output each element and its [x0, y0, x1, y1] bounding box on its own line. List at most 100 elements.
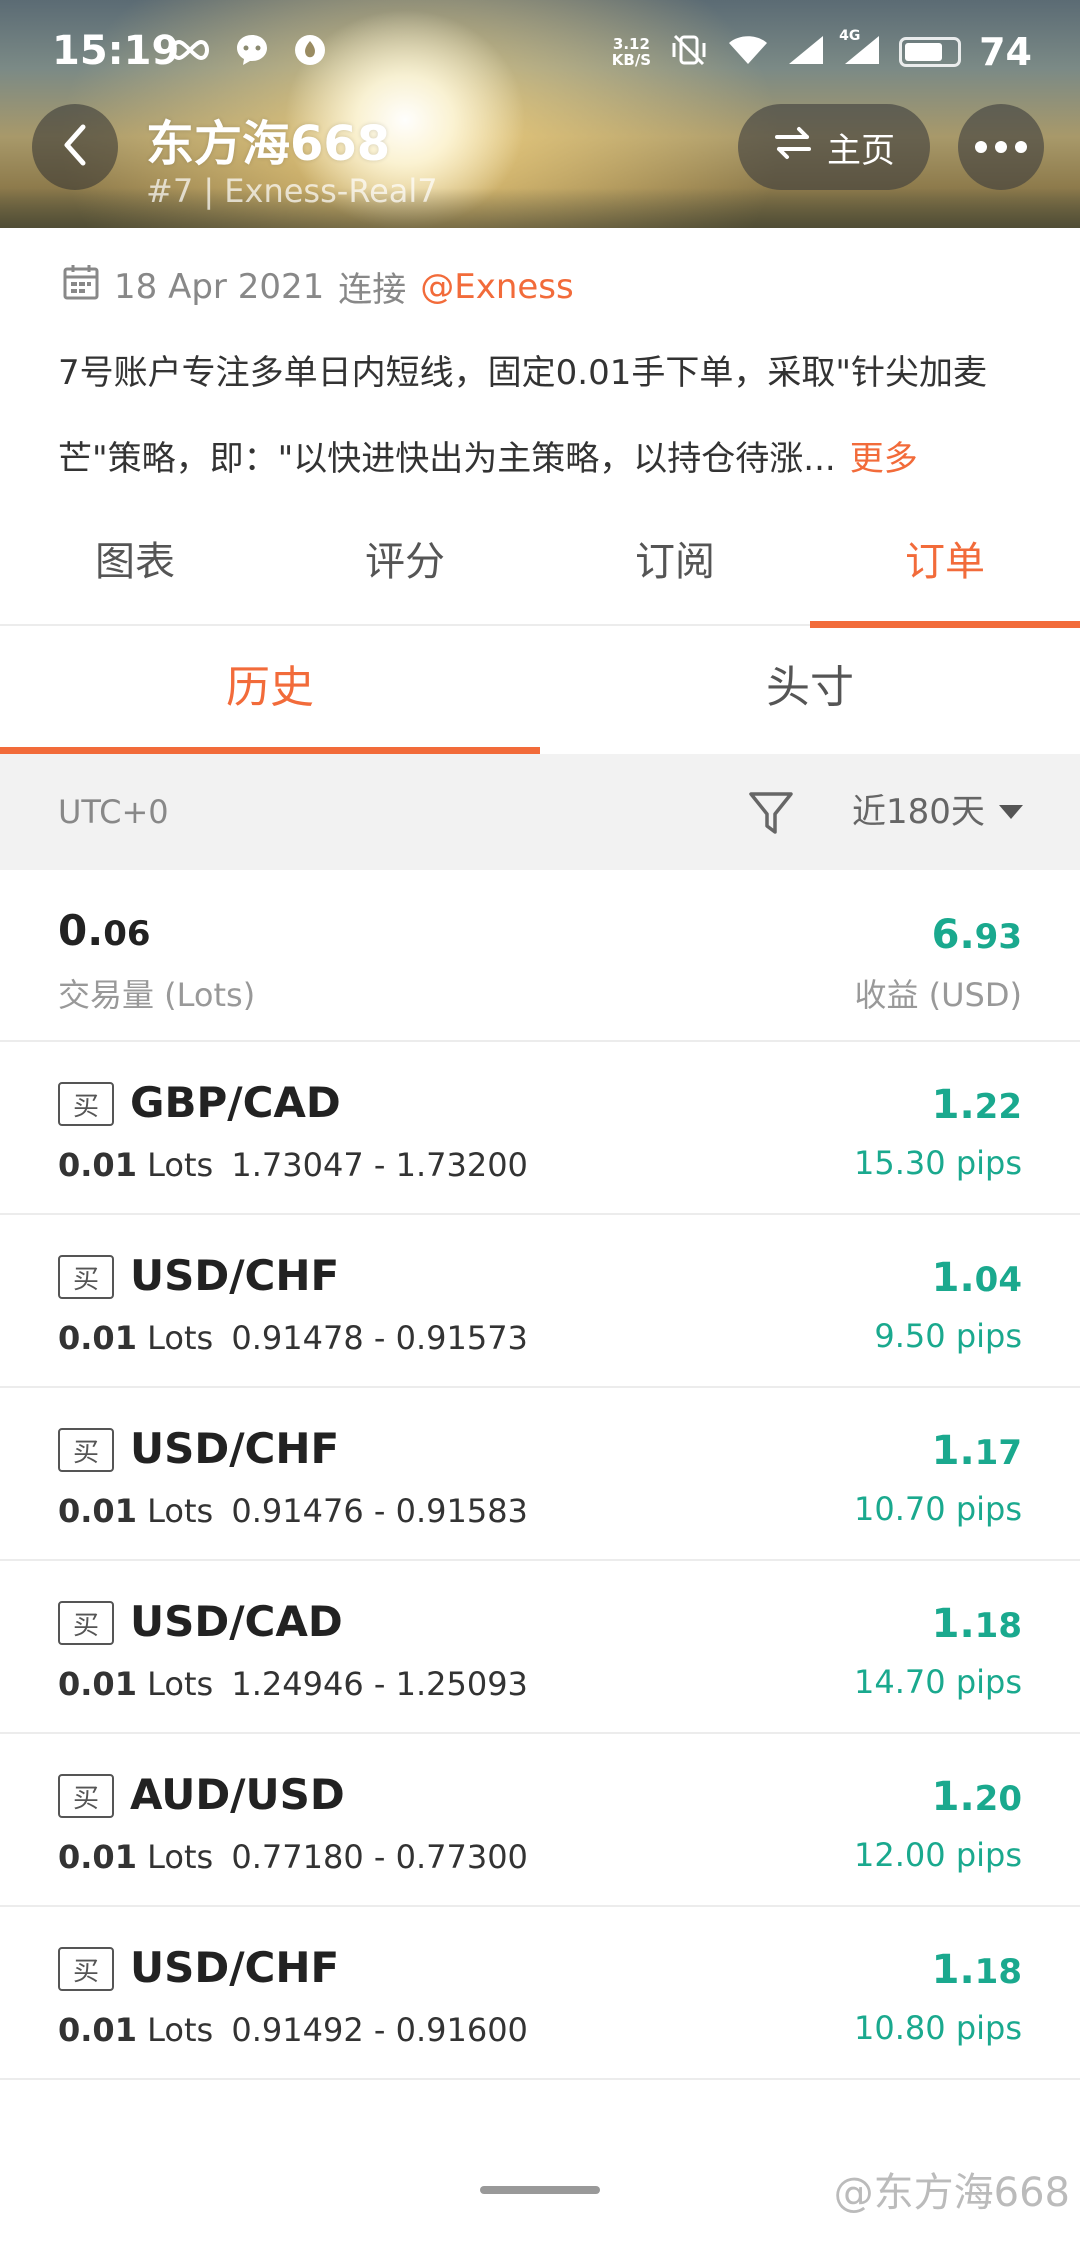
- home-button-label: 主页: [827, 130, 895, 171]
- order-row[interactable]: 买 USD/CAD 0.01 Lots 1.24946 - 1.25093 1.…: [0, 1561, 1080, 1734]
- status-bar: 15:19 3.12 KB/S 4G 74: [0, 0, 1080, 106]
- order-pips: 12.00 pips: [854, 1836, 1022, 1874]
- description-line-1: 7号账户专注多单日内短线，固定0.01手下单，采取"针尖加麦: [58, 353, 987, 393]
- order-profit-small: 18: [974, 1952, 1022, 1992]
- network-type: 4G: [839, 28, 861, 44]
- wifi-icon: [727, 34, 769, 70]
- order-profit: 1.04: [932, 1255, 1022, 1301]
- more-button[interactable]: [958, 104, 1044, 190]
- buy-badge: 买: [58, 1774, 114, 1818]
- main-tabs: 图表 评分 订阅 订单: [0, 510, 1080, 628]
- status-right-icons: 3.12 KB/S 4G 74: [612, 28, 1032, 74]
- order-lots: 0.01: [58, 1665, 137, 1703]
- order-detail: 0.01 Lots 0.77180 - 0.77300: [58, 1838, 528, 1876]
- buy-badge: 买: [58, 1947, 114, 1991]
- calendar-icon: [62, 263, 100, 310]
- order-prices: 0.77180 - 0.77300: [231, 1838, 528, 1876]
- total-volume-label: 交易量 (Lots): [58, 976, 256, 1014]
- order-pair: USD/CHF: [130, 1943, 340, 1992]
- subtab-history-label: 历史: [226, 662, 314, 713]
- total-profit: 6.93: [932, 912, 1022, 958]
- app-notification-icon: [292, 32, 328, 72]
- order-profit: 1.18: [932, 1601, 1022, 1647]
- order-profit: 1.17: [932, 1428, 1022, 1474]
- connect-label: 连接: [338, 270, 407, 310]
- order-lots-unit: Lots: [147, 1146, 214, 1184]
- order-pips: 14.70 pips: [854, 1663, 1022, 1701]
- order-profit-main: 1.: [931, 1082, 975, 1128]
- order-profit: 1.18: [932, 1947, 1022, 1993]
- order-pair: USD/CHF: [130, 1424, 340, 1473]
- home-indicator[interactable]: [480, 2186, 600, 2194]
- chat-bubble-icon: [234, 32, 270, 72]
- order-lots-unit: Lots: [147, 1665, 214, 1703]
- order-lots-unit: Lots: [147, 1838, 214, 1876]
- account-description: 7号账户专注多单日内短线，固定0.01手下单，采取"针尖加麦 芒"策略，即："以…: [58, 330, 1028, 502]
- filter-icon[interactable]: [748, 790, 794, 838]
- battery-level: 74: [979, 30, 1032, 74]
- infinity-icon: [168, 37, 212, 67]
- vibrate-off-icon: [669, 33, 709, 71]
- period-label: 近180天: [852, 792, 985, 832]
- buy-badge: 买: [58, 1255, 114, 1299]
- subtab-positions[interactable]: 头寸: [540, 626, 1080, 754]
- more-link[interactable]: 更多: [850, 439, 918, 479]
- order-profit: 1.20: [932, 1774, 1022, 1820]
- account-subtitle: #7 | Exness-Real7: [146, 172, 438, 210]
- order-detail: 0.01 Lots 1.24946 - 1.25093: [58, 1665, 528, 1703]
- tab-subscribe[interactable]: 订阅: [540, 510, 810, 626]
- order-profit-main: 1.: [931, 1601, 975, 1647]
- total-profit-label: 收益 (USD): [854, 976, 1022, 1014]
- order-lots: 0.01: [58, 1838, 137, 1876]
- order-profit-main: 1.: [931, 1947, 975, 1993]
- tab-orders[interactable]: 订单: [810, 510, 1080, 628]
- status-time: 15:19: [52, 28, 180, 74]
- order-detail: 0.01 Lots 0.91492 - 0.91600: [58, 2011, 528, 2049]
- order-profit-small: 20: [974, 1779, 1022, 1819]
- broker-link[interactable]: @Exness: [420, 267, 574, 307]
- caret-down-icon: [998, 805, 1023, 819]
- tab-rating[interactable]: 评分: [270, 510, 540, 626]
- order-row[interactable]: 买 USD/CHF 0.01 Lots 0.91492 - 0.91600 1.…: [0, 1907, 1080, 2080]
- order-lots-unit: Lots: [147, 2011, 214, 2049]
- order-row[interactable]: 买 GBP/CAD 0.01 Lots 1.73047 - 1.73200 1.…: [0, 1042, 1080, 1215]
- order-pair: USD/CHF: [130, 1251, 340, 1300]
- tab-chart-label: 图表: [95, 539, 175, 585]
- total-volume: 0.06: [58, 906, 151, 955]
- description-line-2: 芒"策略，即："以快进快出为主策略，以持仓待涨...: [58, 439, 836, 479]
- more-horizontal-icon: [975, 141, 1027, 153]
- filter-bar: UTC+0 近180天: [0, 754, 1080, 870]
- order-detail: 0.01 Lots 0.91478 - 0.91573: [58, 1319, 528, 1357]
- order-lots-unit: Lots: [147, 1492, 214, 1530]
- order-profit-small: 18: [974, 1606, 1022, 1646]
- tab-rating-label: 评分: [365, 539, 445, 585]
- back-button[interactable]: [32, 104, 118, 190]
- period-dropdown[interactable]: 近180天: [852, 754, 1023, 870]
- buy-badge: 买: [58, 1428, 114, 1472]
- buy-badge: 买: [58, 1601, 114, 1645]
- summary: 0.06 交易量 (Lots) 6.93 收益 (USD): [0, 870, 1080, 1042]
- order-pair: AUD/USD: [130, 1770, 345, 1819]
- watermark: @东方海668: [833, 2170, 1070, 2216]
- sub-tabs: 历史 头寸: [0, 626, 1080, 754]
- order-pips: 9.50 pips: [874, 1317, 1022, 1355]
- order-prices: 1.73047 - 1.73200: [231, 1146, 528, 1184]
- order-prices: 0.91478 - 0.91573: [231, 1319, 528, 1357]
- total-profit-main: 6.: [931, 912, 975, 958]
- order-row[interactable]: 买 AUD/USD 0.01 Lots 0.77180 - 0.77300 1.…: [0, 1734, 1080, 1907]
- order-prices: 0.91492 - 0.91600: [231, 2011, 528, 2049]
- home-button[interactable]: 主页: [738, 104, 930, 190]
- subtab-history[interactable]: 历史: [0, 626, 540, 754]
- net-speed: 3.12 KB/S: [612, 36, 651, 68]
- status-left-icons: [168, 32, 328, 72]
- tab-chart[interactable]: 图表: [0, 510, 270, 626]
- order-row[interactable]: 买 USD/CHF 0.01 Lots 0.91478 - 0.91573 1.…: [0, 1215, 1080, 1388]
- order-pair: GBP/CAD: [130, 1078, 341, 1127]
- tab-orders-label: 订单: [905, 539, 985, 585]
- order-profit-small: 22: [974, 1087, 1022, 1127]
- order-prices: 0.91476 - 0.91583: [231, 1492, 528, 1530]
- order-pips: 10.80 pips: [854, 2009, 1022, 2047]
- order-row[interactable]: 买 USD/CHF 0.01 Lots 0.91476 - 0.91583 1.…: [0, 1388, 1080, 1561]
- battery-icon: [899, 37, 962, 67]
- order-lots: 0.01: [58, 1492, 137, 1530]
